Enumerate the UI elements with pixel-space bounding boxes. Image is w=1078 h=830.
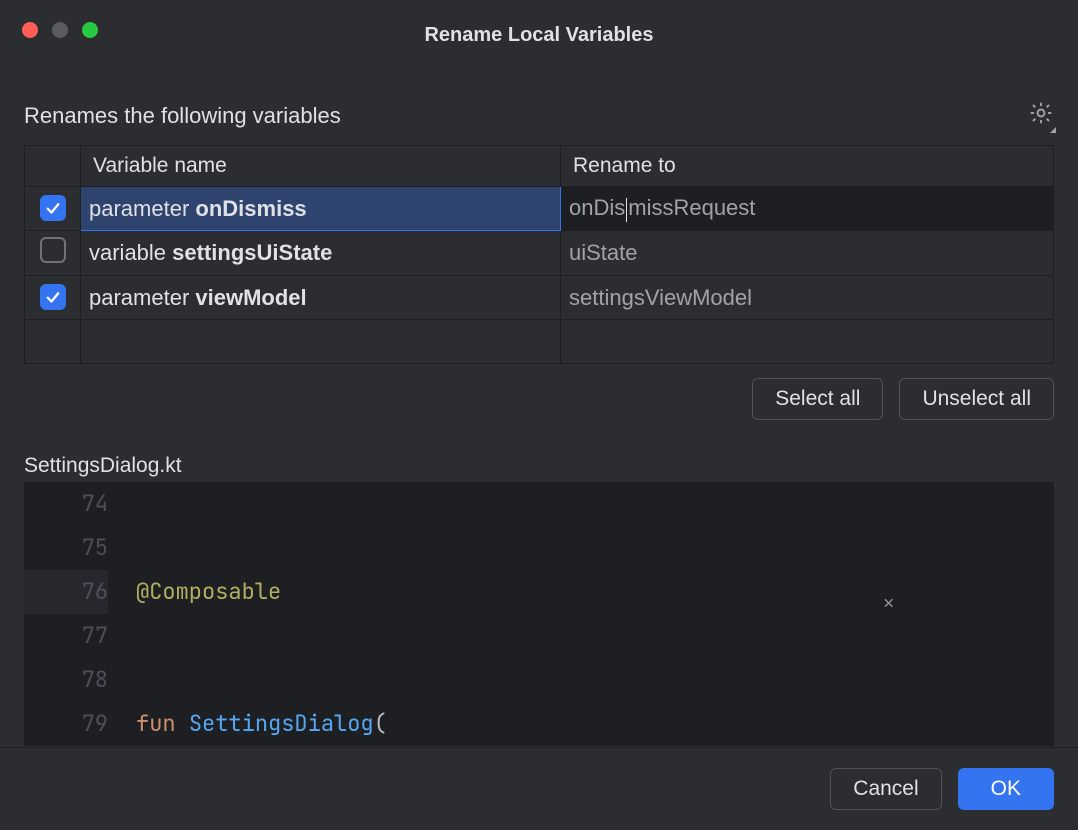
checkbox-column-header xyxy=(25,146,81,187)
gutter: 74 75 76 77 78 79 xyxy=(24,482,128,746)
ok-button[interactable]: OK xyxy=(958,768,1054,810)
rename-to-cell[interactable]: onDismissRequest xyxy=(561,187,1054,231)
unselect-all-button[interactable]: Unselect all xyxy=(899,378,1054,420)
cancel-button[interactable]: Cancel xyxy=(830,768,941,810)
titlebar: Rename Local Variables xyxy=(0,0,1078,54)
file-name-label: SettingsDialog.kt xyxy=(24,454,1054,478)
window-close-button[interactable] xyxy=(22,22,38,38)
traffic-lights xyxy=(22,22,98,38)
close-icon[interactable]: ✕ xyxy=(883,582,894,626)
row-checkbox[interactable] xyxy=(40,195,66,221)
variable-name-cell[interactable]: variable settingsUiState xyxy=(81,231,561,276)
table-row[interactable]: parameter onDismiss onDismissRequest xyxy=(25,187,1054,231)
code-lines: @Composable fun SettingsDialog( onDismis… xyxy=(128,482,1054,746)
select-all-button[interactable]: Select all xyxy=(752,378,883,420)
table-row[interactable]: variable settingsUiState uiState xyxy=(25,231,1054,276)
variable-name-cell[interactable]: parameter viewModel xyxy=(81,276,561,320)
gear-icon[interactable] xyxy=(1028,100,1054,131)
row-checkbox[interactable] xyxy=(40,284,66,310)
dialog-subtitle: Renames the following variables xyxy=(24,103,341,129)
rename-to-cell[interactable]: uiState xyxy=(561,231,1054,276)
rename-to-cell[interactable]: settingsViewModel xyxy=(561,276,1054,320)
variable-name-column-header: Variable name xyxy=(81,146,561,187)
table-row[interactable]: parameter viewModel settingsViewModel xyxy=(25,276,1054,320)
window-minimize-button[interactable] xyxy=(52,22,68,38)
variables-table: Variable name Rename to parameter onDism… xyxy=(24,145,1054,364)
row-checkbox[interactable] xyxy=(40,237,66,263)
window-title: Rename Local Variables xyxy=(424,8,653,47)
window-maximize-button[interactable] xyxy=(82,22,98,38)
rename-to-column-header: Rename to xyxy=(561,146,1054,187)
variable-name-cell[interactable]: parameter onDismiss xyxy=(81,187,561,231)
code-preview[interactable]: 74 75 76 77 78 79 @Composable fun Settin… xyxy=(24,482,1054,746)
